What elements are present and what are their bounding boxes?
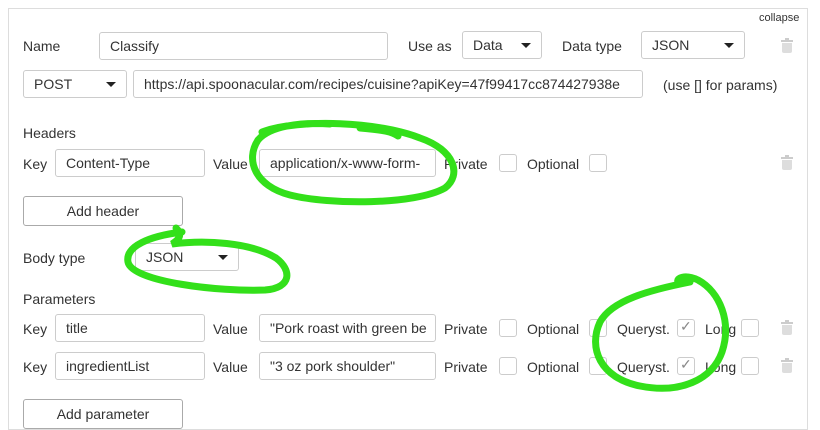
header-optional-label: Optional	[527, 156, 580, 172]
api-call-panel: collapse Name Classify Use as Data Data …	[8, 8, 808, 430]
parameters-section-label: Parameters	[23, 291, 96, 307]
use-as-value: Data	[473, 37, 503, 53]
param-long-checkbox[interactable]	[741, 319, 759, 337]
body-type-select[interactable]: JSON	[135, 243, 239, 271]
param-queryst-label: Queryst.	[617, 359, 670, 375]
param-value-label: Value	[213, 359, 248, 375]
param-long-label: Long	[705, 321, 737, 337]
param-optional-checkbox[interactable]	[589, 319, 607, 337]
param-long-checkbox[interactable]	[741, 357, 759, 375]
trash-icon[interactable]	[781, 320, 793, 335]
url-input[interactable]: https://api.spoonacular.com/recipes/cuis…	[133, 70, 643, 98]
header-private-label: Private	[444, 156, 488, 172]
use-as-select[interactable]: Data	[462, 31, 542, 59]
header-private-checkbox[interactable]	[499, 154, 517, 172]
params-hint: (use [] for params)	[663, 77, 778, 93]
param-key-input[interactable]: title	[55, 314, 205, 342]
chevron-down-icon	[106, 82, 116, 87]
name-input[interactable]: Classify	[99, 32, 388, 60]
header-key-label: Key	[23, 156, 48, 172]
chevron-down-icon	[724, 43, 734, 48]
param-key-input[interactable]: ingredientList	[55, 352, 205, 380]
data-type-value: JSON	[652, 37, 690, 53]
param-queryst-label: Queryst.	[617, 321, 670, 337]
param-optional-label: Optional	[527, 359, 580, 375]
chevron-down-icon	[218, 255, 228, 260]
use-as-label: Use as	[408, 38, 452, 54]
header-value-input[interactable]: application/x-www-form-	[259, 149, 436, 177]
param-optional-checkbox[interactable]	[589, 357, 607, 375]
data-type-select[interactable]: JSON	[641, 31, 745, 59]
param-private-checkbox[interactable]	[499, 357, 517, 375]
trash-icon[interactable]	[781, 155, 793, 170]
param-value-input[interactable]: "Pork roast with green be	[259, 314, 436, 342]
param-key-label: Key	[23, 359, 48, 375]
method-value: POST	[34, 76, 73, 92]
data-type-label: Data type	[562, 38, 622, 54]
name-label: Name	[23, 38, 61, 54]
param-long-label: Long	[705, 359, 737, 375]
param-key-label: Key	[23, 321, 48, 337]
add-parameter-button[interactable]: Add parameter	[23, 399, 183, 429]
header-optional-checkbox[interactable]	[589, 154, 607, 172]
body-type-label: Body type	[23, 250, 86, 266]
add-header-button[interactable]: Add header	[23, 196, 183, 226]
method-select[interactable]: POST	[23, 70, 127, 98]
headers-section-label: Headers	[23, 125, 76, 141]
trash-icon[interactable]	[781, 358, 793, 373]
param-queryst-checkbox[interactable]	[677, 356, 695, 375]
param-queryst-checkbox[interactable]	[677, 318, 695, 337]
chevron-down-icon	[521, 43, 531, 48]
param-private-checkbox[interactable]	[499, 319, 517, 337]
trash-icon[interactable]	[781, 38, 793, 53]
param-private-label: Private	[444, 321, 488, 337]
param-private-label: Private	[444, 359, 488, 375]
header-value-label: Value	[213, 156, 248, 172]
param-value-input[interactable]: "3 oz pork shoulder"	[259, 352, 436, 380]
header-key-input[interactable]: Content-Type	[55, 149, 205, 177]
param-value-label: Value	[213, 321, 248, 337]
collapse-link[interactable]: collapse	[759, 12, 799, 24]
body-type-value: JSON	[146, 249, 184, 265]
param-optional-label: Optional	[527, 321, 580, 337]
